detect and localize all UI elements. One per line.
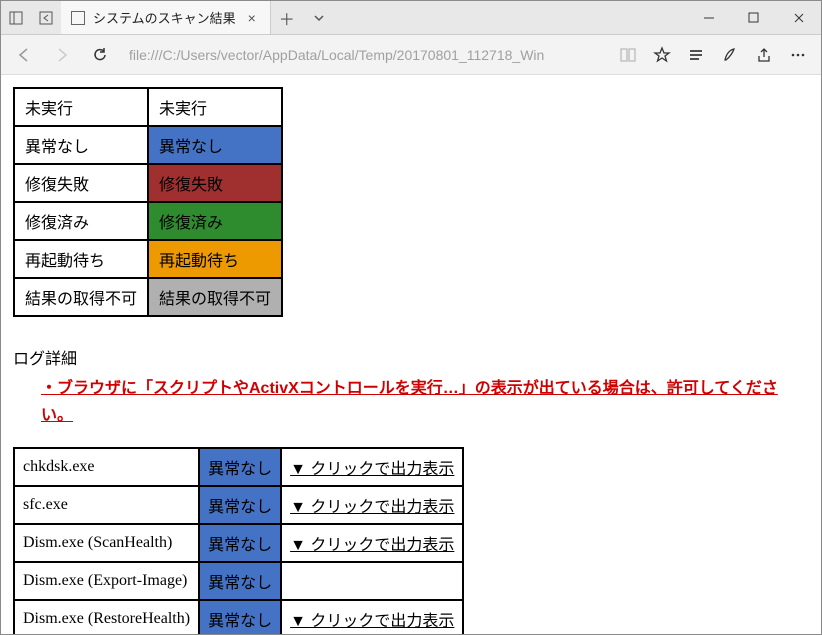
- table-row: Dism.exe (Export-Image)異常なし: [14, 562, 463, 600]
- address-bar[interactable]: file:///C:/Users/vector/AppData/Local/Te…: [121, 47, 607, 63]
- table-row: 再起動待ち再起動待ち: [14, 240, 282, 278]
- table-row: 修復失敗修復失敗: [14, 164, 282, 202]
- log-table: chkdsk.exe異常なし▼ クリックで出力表示sfc.exe異常なし▼ クリ…: [13, 447, 464, 634]
- legend-label: 未実行: [14, 88, 148, 126]
- table-row: Dism.exe (RestoreHealth)異常なし ▼ クリックで出力表示: [14, 600, 463, 634]
- more-icon[interactable]: [781, 38, 815, 72]
- table-row: sfc.exe異常なし ▼ クリックで出力表示: [14, 486, 463, 524]
- title-left: [1, 1, 61, 34]
- sidebar-toggle-icon[interactable]: [1, 11, 31, 25]
- back-button[interactable]: [7, 38, 41, 72]
- legend-label: 結果の取得不可: [14, 278, 148, 316]
- notes-icon[interactable]: [713, 38, 747, 72]
- url-text: file:///C:/Users/vector/AppData/Local/Te…: [129, 47, 599, 63]
- tab-strip: システムのスキャン結果 × ＋: [61, 1, 686, 34]
- set-aside-tabs-icon[interactable]: [31, 11, 61, 25]
- legend-sample: 結果の取得不可: [148, 278, 282, 316]
- expand-output-link[interactable]: ▼ クリックで出力表示: [290, 499, 454, 516]
- maximize-button[interactable]: [731, 1, 776, 35]
- log-action-cell: ▼ クリックで出力表示: [281, 486, 463, 524]
- table-row: 未実行未実行: [14, 88, 282, 126]
- close-tab-icon[interactable]: ×: [244, 10, 260, 26]
- legend-sample: 修復失敗: [148, 164, 282, 202]
- browser-tab[interactable]: システムのスキャン結果 ×: [61, 1, 271, 34]
- log-action-cell: ▼ クリックで出力表示: [281, 600, 463, 634]
- expand-output-link[interactable]: ▼ クリックで出力表示: [290, 537, 454, 554]
- favorite-star-icon[interactable]: [645, 38, 679, 72]
- log-section-title: ログ詳細: [13, 345, 809, 369]
- close-window-button[interactable]: [776, 1, 821, 35]
- page-icon: [71, 11, 85, 25]
- page-content: 未実行未実行異常なし異常なし修復失敗修復失敗修復済み修復済み再起動待ち再起動待ち…: [1, 75, 821, 634]
- legend-sample: 修復済み: [148, 202, 282, 240]
- expand-output-link[interactable]: ▼ クリックで出力表示: [290, 461, 454, 478]
- legend-sample: 異常なし: [148, 126, 282, 164]
- new-tab-button[interactable]: ＋: [271, 1, 303, 34]
- table-row: 異常なし異常なし: [14, 126, 282, 164]
- log-name: chkdsk.exe: [14, 448, 199, 486]
- minimize-button[interactable]: [686, 1, 731, 35]
- forward-button[interactable]: [45, 38, 79, 72]
- table-row: 結果の取得不可結果の取得不可: [14, 278, 282, 316]
- legend-sample: 未実行: [148, 88, 282, 126]
- log-status: 異常なし: [199, 562, 281, 600]
- warning-text: ・ブラウザに「スクリプトやActivXコントロールを実行…」の表示が出ている場合…: [13, 375, 809, 447]
- log-status: 異常なし: [199, 448, 281, 486]
- hub-icon[interactable]: [679, 38, 713, 72]
- window-controls: [686, 1, 821, 34]
- log-name: Dism.exe (Export-Image): [14, 562, 199, 600]
- log-status: 異常なし: [199, 524, 281, 562]
- refresh-button[interactable]: [83, 38, 117, 72]
- log-status: 異常なし: [199, 600, 281, 634]
- log-action-cell: [281, 562, 463, 600]
- log-name: sfc.exe: [14, 486, 199, 524]
- log-name: Dism.exe (RestoreHealth): [14, 600, 199, 634]
- legend-label: 再起動待ち: [14, 240, 148, 278]
- tab-label: システムのスキャン結果: [93, 8, 236, 27]
- log-status: 異常なし: [199, 486, 281, 524]
- legend-label: 修復済み: [14, 202, 148, 240]
- table-row: Dism.exe (ScanHealth)異常なし ▼ クリックで出力表示: [14, 524, 463, 562]
- log-action-cell: ▼ クリックで出力表示: [281, 524, 463, 562]
- legend-label: 異常なし: [14, 126, 148, 164]
- table-row: chkdsk.exe異常なし ▼ クリックで出力表示: [14, 448, 463, 486]
- titlebar: システムのスキャン結果 × ＋: [1, 1, 821, 35]
- tab-dropdown-icon[interactable]: [303, 1, 335, 34]
- legend-sample: 再起動待ち: [148, 240, 282, 278]
- right-tools: [611, 38, 815, 72]
- toolbar: file:///C:/Users/vector/AppData/Local/Te…: [1, 35, 821, 75]
- legend-label: 修復失敗: [14, 164, 148, 202]
- reading-view-icon[interactable]: [611, 38, 645, 72]
- log-action-cell: ▼ クリックで出力表示: [281, 448, 463, 486]
- log-name: Dism.exe (ScanHealth): [14, 524, 199, 562]
- expand-output-link[interactable]: ▼ クリックで出力表示: [290, 613, 454, 630]
- legend-table: 未実行未実行異常なし異常なし修復失敗修復失敗修復済み修復済み再起動待ち再起動待ち…: [13, 87, 283, 317]
- share-icon[interactable]: [747, 38, 781, 72]
- table-row: 修復済み修復済み: [14, 202, 282, 240]
